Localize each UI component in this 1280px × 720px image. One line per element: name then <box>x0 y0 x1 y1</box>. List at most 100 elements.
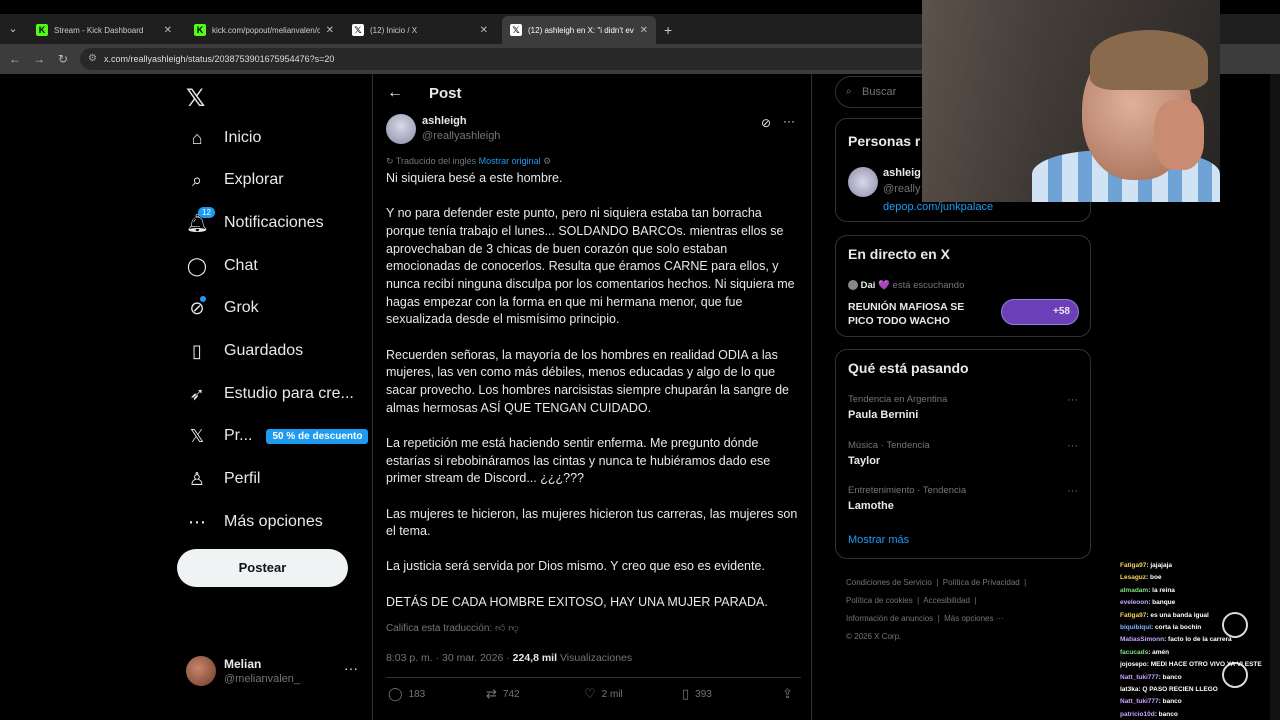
browser-tab-kick-popout[interactable]: K kick.com/popout/melianvalen/c ✕ <box>186 16 342 44</box>
site-info-icon[interactable]: ⚙ <box>88 48 97 70</box>
chat-user: biquibiqui <box>1120 624 1152 632</box>
back-arrow-icon[interactable]: ← <box>387 84 403 102</box>
nav-item-grok[interactable]: ⊘ Grok <box>186 288 259 328</box>
author-name[interactable]: ashleigh <box>422 115 467 127</box>
repost-button[interactable]: ⇄ 742 <box>486 686 520 702</box>
chat-text: : es una banda igual <box>1146 611 1209 619</box>
post-meta: 8:03 p. m. · 30 mar. 2026 · 224,8 mil Vi… <box>386 652 632 664</box>
live-space-title[interactable]: REUNIÓN MAFIOSA SE PICO TODO WACHO <box>848 300 988 328</box>
nav-item-perfil[interactable]: ♙ Perfil <box>186 459 261 499</box>
footer-link[interactable]: Política de Privacidad <box>943 578 1020 587</box>
back-icon[interactable]: ← <box>6 50 24 68</box>
reply-count: 183 <box>408 688 426 700</box>
browser-tab-kick-dashboard[interactable]: K Stream - Kick Dashboard ✕ <box>28 16 180 44</box>
rocket-icon: ➶ <box>189 383 205 404</box>
bookmark-icon: ▯ <box>682 686 690 701</box>
chat-message: almadam: la reina <box>1120 585 1280 597</box>
listeners-count: +58 <box>1053 306 1070 317</box>
trend-more-icon[interactable]: ··· <box>1067 440 1078 452</box>
grok-icon: ⊘ <box>189 295 206 318</box>
chat-text: : la reina <box>1148 586 1175 594</box>
thumbs-down-icon[interactable]: 👎︎ <box>508 623 518 634</box>
search-placeholder: Buscar <box>862 86 897 98</box>
person-link[interactable]: depop.com/junkpalace <box>883 201 993 213</box>
trend-more-icon[interactable]: ··· <box>1067 485 1078 497</box>
share-button[interactable]: ⇪ <box>782 686 799 702</box>
nav-item-label: Pr... <box>224 427 253 444</box>
post-paragraph: DETÁS DE CADA HOMBRE EXITOSO, HAY UNA MU… <box>386 594 768 609</box>
like-button[interactable]: ♡ 2 mil <box>584 686 623 702</box>
chat-message: patricio10d: banco <box>1120 709 1280 720</box>
host-avatar <box>848 280 858 291</box>
home-icon: ⌂ <box>191 127 203 148</box>
reload-icon[interactable]: ↻ <box>54 50 72 68</box>
bookmark-button[interactable]: ▯ 393 <box>682 686 712 702</box>
person-name[interactable]: ashleig <box>883 167 921 179</box>
footer-link[interactable]: Información de anuncios <box>846 614 933 623</box>
nav-item-explorar[interactable]: ⌕ Explorar <box>186 160 284 200</box>
close-tab-icon[interactable]: ✕ <box>480 25 488 36</box>
nav-item-notificaciones[interactable]: 🔔︎ 12 Notificaciones <box>186 203 324 243</box>
nav-item-label: Notificaciones <box>224 214 324 231</box>
reply-button[interactable]: ◯ 183 <box>388 686 425 702</box>
close-tab-icon[interactable]: ✕ <box>164 25 172 36</box>
close-tab-icon[interactable]: ✕ <box>640 25 648 36</box>
chat-text: : boe <box>1146 574 1162 582</box>
close-tab-icon[interactable]: ✕ <box>326 25 334 36</box>
messages-floating-icon[interactable] <box>1222 662 1248 688</box>
browser-tab-x-post[interactable]: 𝕏 (12) ashleigh en X: "i didn't eve ✕ <box>502 16 656 44</box>
nav-item-estudio[interactable]: ➶ Estudio para cre... <box>186 374 353 414</box>
trend-item[interactable]: Música · Tendencia Taylor ··· <box>848 440 1078 467</box>
post-author: ashleigh @reallyashleigh ⊘ ··· <box>386 114 801 146</box>
footer-link[interactable]: Más opciones ··· <box>944 614 1004 623</box>
new-tab-icon[interactable]: + <box>664 22 672 38</box>
footer-link[interactable]: Política de cookies <box>846 596 913 605</box>
chat-user: lat3ka <box>1120 686 1139 694</box>
nav-item-chat[interactable]: ◯ Chat <box>186 246 258 286</box>
translate-icon: ↻ <box>386 156 396 166</box>
tab-title: (12) ashleigh en X: "i didn't eve <box>528 25 634 35</box>
chat-user: facucads <box>1120 648 1149 656</box>
more-circle-icon: ⋯ <box>188 511 206 532</box>
trend-item[interactable]: Entretenimiento · Tendencia Lamothe ··· <box>848 485 1078 512</box>
post-button[interactable]: Postear <box>177 549 348 587</box>
chat-user: Lesaguz <box>1120 574 1147 582</box>
post-paragraph: La justicia será servida por Dios mismo.… <box>386 559 765 574</box>
more-icon[interactable]: ··· <box>344 660 358 676</box>
grok-floating-icon[interactable] <box>1222 612 1248 638</box>
url-field[interactable]: ⚙ x.com/reallyashleigh/status/2038753901… <box>80 48 940 70</box>
account-switcher[interactable]: Melian @melianvalen_ ··· <box>186 654 372 688</box>
nav-item-mas-opciones[interactable]: ⋯ Más opciones <box>186 502 323 542</box>
author-avatar[interactable] <box>386 114 416 144</box>
nav-item-inicio[interactable]: ⌂ Inicio <box>186 118 262 158</box>
forward-icon[interactable]: → <box>30 50 48 68</box>
trend-more-icon[interactable]: ··· <box>1067 394 1078 406</box>
post-more-icon[interactable]: ··· <box>783 114 795 128</box>
nav-item-guardados[interactable]: ▯ Guardados <box>186 331 303 371</box>
browser-tab-x-home[interactable]: 𝕏 (12) Inicio / X ✕ <box>344 16 496 44</box>
nav-item-label: Explorar <box>224 171 284 188</box>
post-column: ← Post ashleigh @reallyashleigh ⊘ ··· ↻ … <box>372 74 812 720</box>
chat-message: MatiasSimonn: facto lo de la carrera <box>1120 634 1280 646</box>
post-time[interactable]: 8:03 p. m. · 30 mar. 2026 · <box>386 652 510 664</box>
chat-user: patricio10d <box>1120 710 1155 718</box>
post-actions: ◯ 183 ⇄ 742 ♡ 2 mil ▯ 393 ⇪ <box>386 686 801 706</box>
divider <box>386 677 801 678</box>
settings-icon[interactable]: ⚙ <box>543 156 551 166</box>
tab-search-icon[interactable]: ⌄ <box>4 20 22 38</box>
views-label: Visualizaciones <box>559 652 633 664</box>
author-handle[interactable]: @reallyashleigh <box>422 130 500 142</box>
show-original-link[interactable]: Mostrar original <box>479 156 541 166</box>
grok-explain-icon[interactable]: ⊘ <box>761 116 771 130</box>
footer-link[interactable]: Accesibilidad <box>923 596 970 605</box>
live-listeners-pill[interactable]: +58 <box>1001 299 1079 325</box>
trend-item[interactable]: Tendencia en Argentina Paula Bernini ··· <box>848 394 1078 421</box>
thumbs-up-icon[interactable]: 👍︎ <box>495 623 505 634</box>
footer-link[interactable]: Condiciones de Servicio <box>846 578 932 587</box>
person-avatar[interactable] <box>848 167 878 197</box>
trend-name: Paula Bernini <box>848 409 919 421</box>
x-logo-icon[interactable]: 𝕏 <box>186 84 205 113</box>
live-on-x-card: En directo en X Dai 💜 está escuchando RE… <box>835 235 1091 337</box>
show-more-link[interactable]: Mostrar más <box>848 534 909 546</box>
nav-item-premium[interactable]: 𝕏 Pr... 50 % de descuento <box>186 416 369 456</box>
